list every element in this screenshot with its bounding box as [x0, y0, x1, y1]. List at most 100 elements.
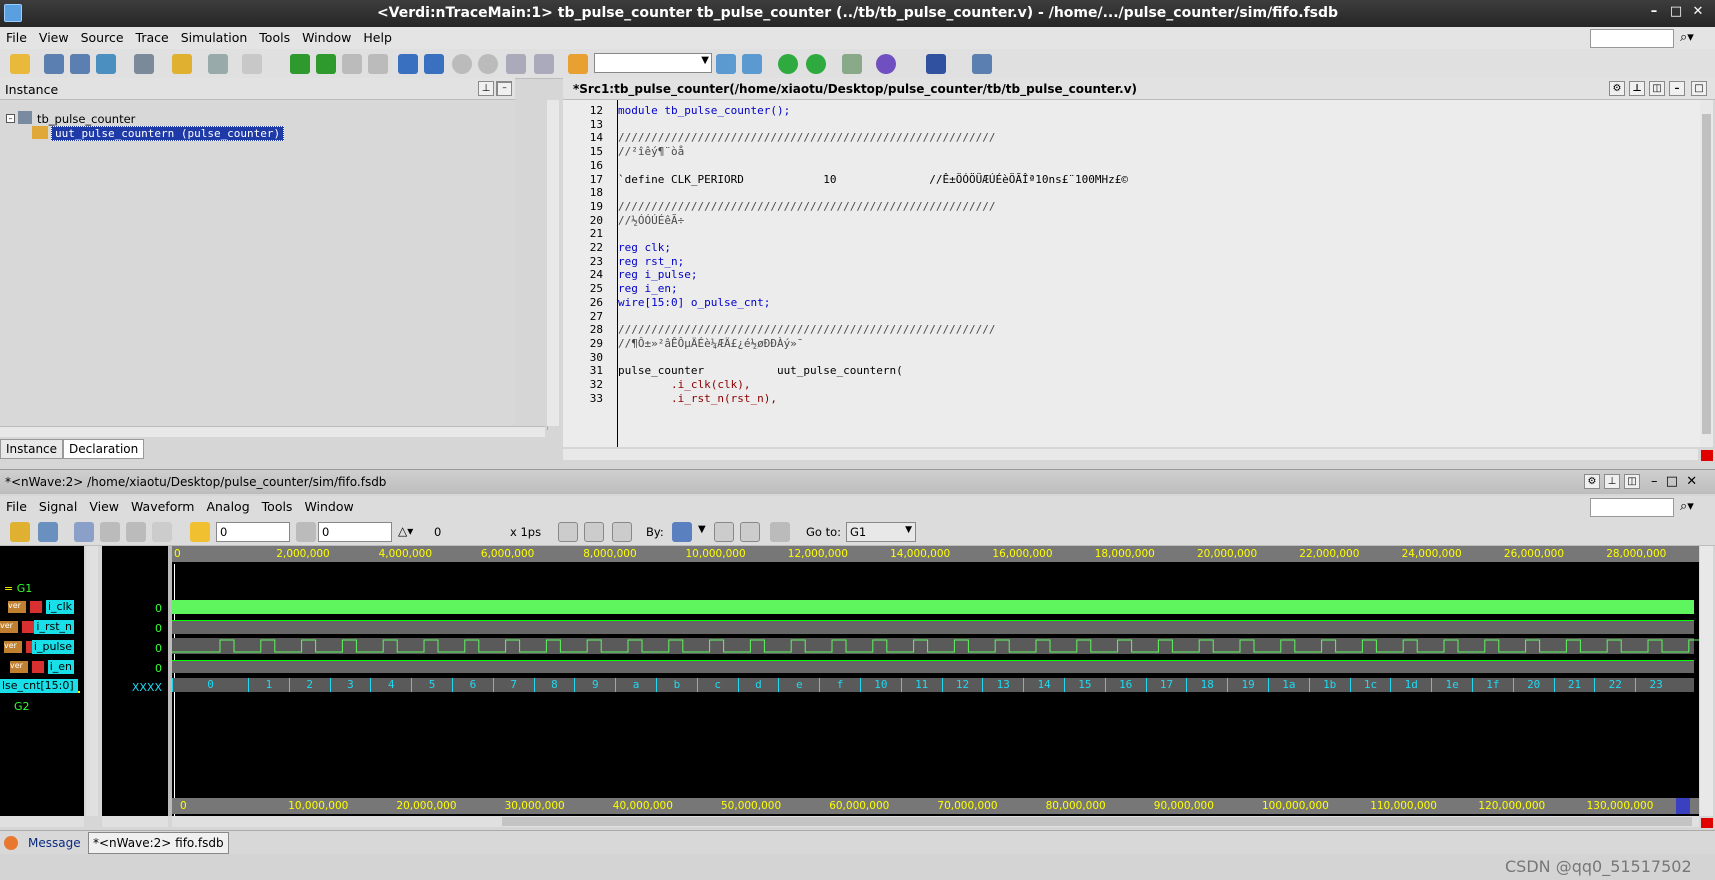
copy-icon[interactable] [242, 54, 262, 74]
disconnect-icon[interactable] [534, 54, 554, 74]
nwave-search-icon[interactable]: ⌕▾ [1680, 499, 1694, 514]
cut-icon[interactable] [100, 522, 120, 542]
new-source-icon[interactable] [44, 54, 64, 74]
zoom-out-icon[interactable] [558, 522, 578, 542]
maximize-icon[interactable]: □ [1665, 4, 1687, 19]
menu-help[interactable]: Help [357, 27, 398, 45]
wave-i-rst-n[interactable] [172, 620, 1694, 634]
nwave-pin-icon[interactable]: ⊥ [1604, 474, 1620, 489]
marker-time-input[interactable]: 0 [318, 522, 392, 542]
signal-row-o-pulse-cnt[interactable]: lse_cnt[15:0] [0, 679, 80, 693]
new-schematic-icon[interactable] [70, 54, 90, 74]
menu-simulation[interactable]: Simulation [175, 27, 254, 45]
nwave-menu-file[interactable]: File [0, 496, 33, 514]
search-prev-icon[interactable] [714, 522, 734, 542]
load-icon[interactable] [424, 54, 444, 74]
cursor-time-input[interactable]: 0 [216, 522, 290, 542]
tab-declaration[interactable]: Declaration [63, 439, 145, 459]
tree-collapse-icon[interactable]: – [6, 114, 15, 123]
nwave-menu-window[interactable]: Window [298, 496, 359, 514]
signal-name-o-pulse-cnt[interactable]: lse_cnt[15:0] [0, 679, 78, 693]
search-next-icon[interactable] [740, 522, 760, 542]
source-code-view[interactable]: 12 module tb_pulse_counter(); 13 14 ////////… [563, 100, 1700, 447]
menu-source[interactable]: Source [75, 27, 130, 45]
name-hscrollbar[interactable] [0, 816, 84, 827]
uvm-icon[interactable] [876, 54, 896, 74]
bookmark-icon[interactable] [568, 54, 588, 74]
pin-icon[interactable]: ⊥ [478, 81, 494, 96]
instance-hscrollbar[interactable] [0, 426, 545, 437]
nwave-search-input[interactable] [1590, 498, 1674, 517]
nwave-reload-icon[interactable] [38, 522, 58, 542]
zoom-fit-icon[interactable] [612, 522, 632, 542]
source-vscroll-thumb[interactable] [1702, 114, 1711, 434]
e-icon[interactable] [778, 54, 798, 74]
menu-window[interactable]: Window [296, 27, 357, 45]
search-combo[interactable]: ▼ [594, 53, 712, 73]
copy-signal-icon[interactable] [126, 522, 146, 542]
trace-down-icon[interactable] [316, 54, 336, 74]
group-g1[interactable]: = G1 [4, 582, 32, 595]
wave-o-pulse-cnt[interactable]: 0 1 2 3 4 5 6 7 8 9 a b c d e f 10 11 12 13 14 15 16 17 18 19 1a 1b… [172, 678, 1694, 692]
sva-icon[interactable] [972, 54, 992, 74]
by-dropdown-icon[interactable]: ▼ [698, 524, 706, 535]
signal-row-i-clk[interactable]: ver i_clk [0, 600, 80, 614]
signal-name-i-clk[interactable]: i_clk [45, 600, 74, 614]
tree-item-uut-pulse-countern[interactable]: uut_pulse_countern (pulse_counter) [51, 126, 285, 141]
signal-name-i-rst-n[interactable]: i_rst_n [34, 620, 74, 634]
hierarchy-icon[interactable] [96, 54, 116, 74]
source-hscrollbar[interactable] [563, 449, 1698, 460]
tree-item-tb-pulse-counter[interactable]: tb_pulse_counter [37, 112, 135, 126]
down-icon[interactable] [478, 54, 498, 74]
nwave-menu-analog[interactable]: Analog [200, 496, 255, 514]
group-g2[interactable]: G2 [14, 700, 30, 713]
signal-row-i-rst-n[interactable]: ver i_rst_n [0, 620, 80, 634]
folder-icon[interactable] [172, 54, 192, 74]
delta-icon[interactable]: △▾ [398, 524, 413, 538]
apps-icon[interactable] [926, 54, 946, 74]
nwave-settings-icon[interactable]: ⚙ [1584, 474, 1600, 489]
add-signal-icon[interactable] [842, 54, 862, 74]
tab-message[interactable]: Message [28, 836, 81, 850]
reload-icon[interactable] [806, 54, 826, 74]
zoom-in-icon[interactable] [584, 522, 604, 542]
overview-window[interactable] [1676, 798, 1690, 814]
trace-up-icon[interactable] [290, 54, 310, 74]
signal-name-i-en[interactable]: i_en [47, 660, 74, 674]
paste-icon[interactable] [152, 522, 172, 542]
nwave-menu-view[interactable]: View [83, 496, 125, 514]
open-file-icon[interactable] [10, 54, 30, 74]
forward-arrow-icon[interactable] [368, 54, 388, 74]
wave-hscroll-thumb[interactable] [502, 817, 1692, 826]
menu-trace[interactable]: Trace [130, 27, 175, 45]
nwave-open-icon[interactable] [10, 522, 30, 542]
minimize-icon[interactable]: – [1643, 4, 1665, 19]
up-icon[interactable] [452, 54, 472, 74]
nwave-menu-signal[interactable]: Signal [33, 496, 83, 514]
cursor-icon[interactable] [190, 522, 210, 542]
wave-i-pulse[interactable] [172, 638, 1699, 654]
marker-icon[interactable] [296, 522, 316, 542]
source-pin-icon[interactable]: ⊥ [1629, 81, 1645, 96]
source-maximize-icon[interactable]: □ [1691, 81, 1707, 96]
signal-vscrollbar[interactable] [86, 546, 98, 816]
search-icon[interactable]: ⌕▾ [1680, 30, 1694, 45]
marker-flag-icon[interactable] [770, 522, 790, 542]
tab-nwave-fifo[interactable]: *<nWave:2> fifo.fsdb [88, 832, 229, 854]
source-restore-icon[interactable]: ◫ [1649, 81, 1665, 96]
source-settings-icon[interactable]: ⚙ [1609, 81, 1625, 96]
back-arrow-icon[interactable] [342, 54, 362, 74]
nwave-menu-waveform[interactable]: Waveform [125, 496, 200, 514]
nwave-menu-tools[interactable]: Tools [256, 496, 299, 514]
signal-row-i-pulse[interactable]: ver i_pulse [0, 640, 80, 654]
source-vscrollbar[interactable] [1700, 100, 1713, 447]
signal-name-i-pulse[interactable]: i_pulse [31, 640, 74, 654]
wave-hscrollbar[interactable] [172, 816, 1699, 827]
main-search-input[interactable] [1590, 29, 1674, 48]
undo-icon[interactable] [74, 522, 94, 542]
tab-instance[interactable]: Instance [0, 439, 64, 459]
properties-icon[interactable] [134, 54, 154, 74]
nwave-window-controls[interactable]: – □ ✕ [1651, 474, 1697, 489]
wave-vscrollbar[interactable] [1700, 546, 1713, 816]
find-next-icon[interactable] [742, 54, 762, 74]
